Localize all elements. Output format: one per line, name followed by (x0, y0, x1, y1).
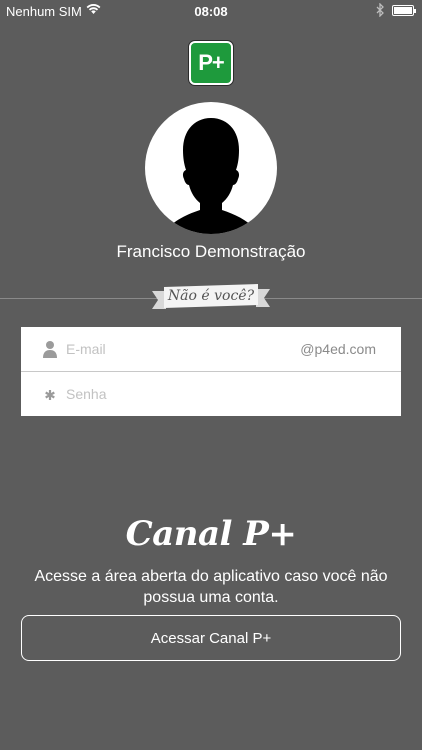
not-you-label: Não é você? (167, 288, 255, 304)
canal-description: Acesse a área aberta do aplicativo caso … (34, 568, 388, 606)
status-bar: Nenhum SIM 08:08 (0, 0, 422, 22)
canal-title: Canal P+ (125, 514, 297, 554)
avatar (145, 102, 277, 234)
email-domain-suffix: @p4ed.com (300, 341, 376, 357)
email-input[interactable] (66, 327, 296, 371)
password-input[interactable] (66, 372, 386, 416)
not-you-link[interactable]: Não é você? (152, 283, 270, 313)
access-canal-button[interactable]: Acessar Canal P+ (21, 615, 401, 661)
user-name: Francisco Demonstração (116, 242, 306, 261)
bluetooth-icon (376, 2, 385, 20)
password-field (21, 372, 401, 416)
clock-label: 08:08 (194, 4, 228, 19)
asterisk-icon (43, 385, 57, 403)
login-form: @p4ed.com (21, 327, 401, 416)
person-silhouette-icon (163, 118, 259, 234)
battery-icon (392, 5, 416, 16)
user-icon (43, 340, 57, 358)
app-logo: P+ (189, 41, 233, 85)
logo-text: P+ (198, 50, 225, 75)
email-field: @p4ed.com (21, 327, 401, 372)
